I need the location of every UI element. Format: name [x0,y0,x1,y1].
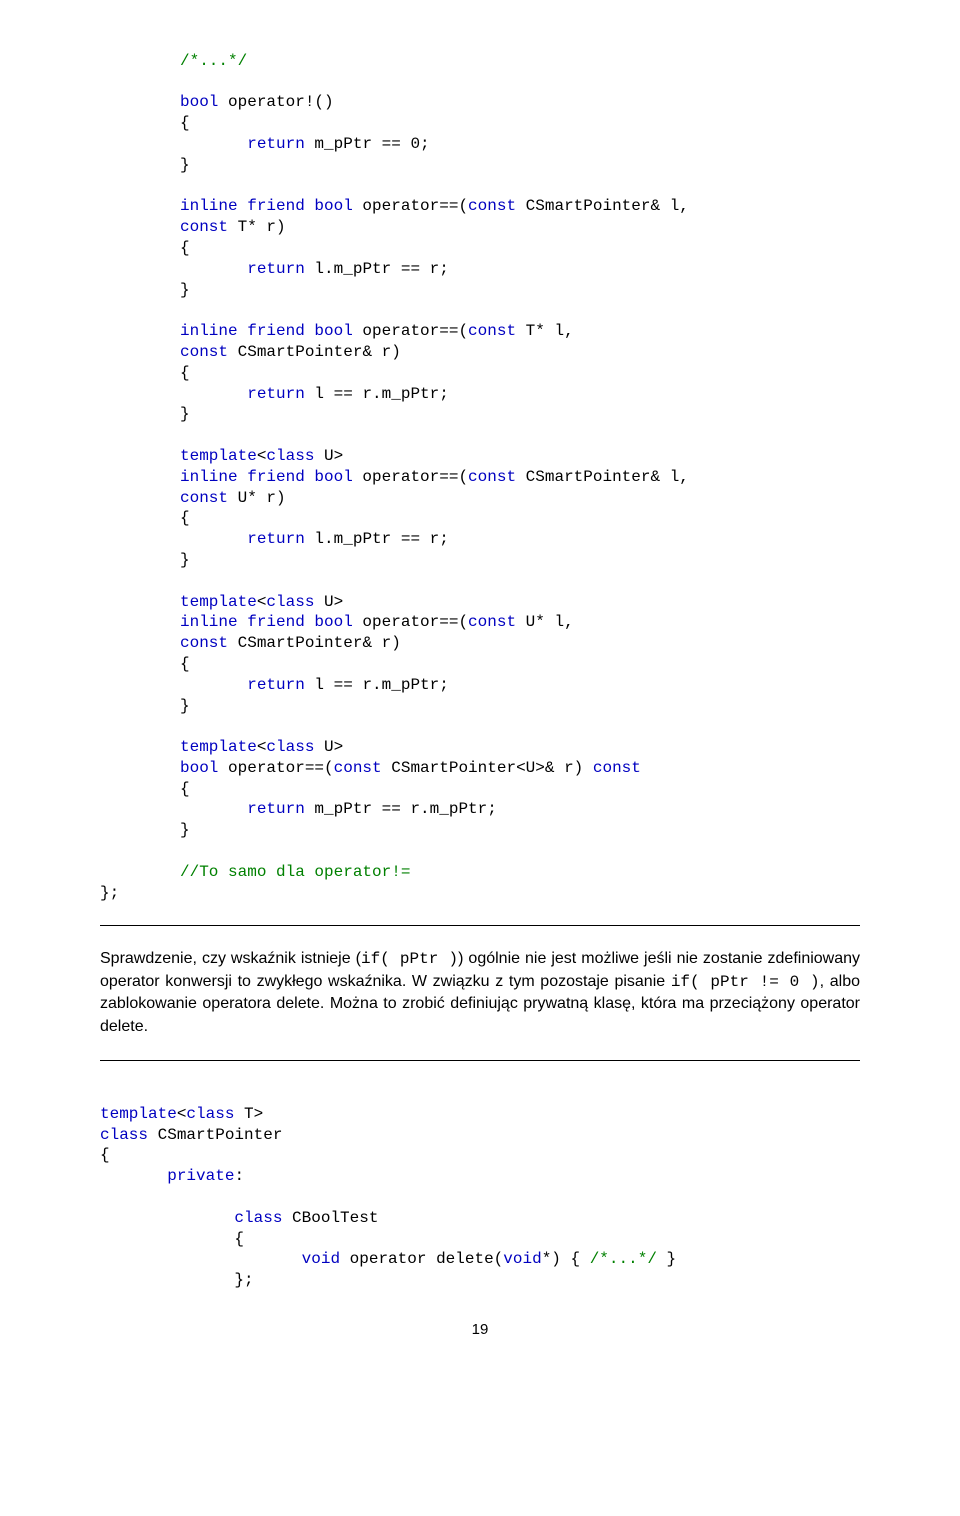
comment: /*...*/ [180,52,247,70]
code-text: *) { [542,1250,590,1268]
kw: template [180,447,257,465]
brace: { [234,1230,244,1248]
code-text: CSmartPointer& r) [228,343,401,361]
code-text: operator==( [353,613,468,631]
brace: } [180,156,190,174]
kw: return [247,260,305,278]
kw: return [247,530,305,548]
kw: return [247,676,305,694]
kw: const [468,322,516,340]
kw: return [247,135,305,153]
comment: /*...*/ [590,1250,657,1268]
code-text: : [234,1167,244,1185]
divider [100,925,860,926]
inline-code: if( pPtr ) [361,950,458,968]
kw: class [266,593,314,611]
brace: { [180,780,190,798]
code-text: CSmartPointer [148,1126,282,1144]
code-text: l == r.m_pPtr; [305,385,449,403]
code-text: operator==( [218,759,333,777]
kw: class [266,738,314,756]
brace: } [180,697,190,715]
kw: class [234,1209,282,1227]
code-text: CSmartPointer& l, [516,468,689,486]
brace: } [180,405,190,423]
kw: const [468,197,516,215]
kw: private [167,1167,234,1185]
kw: void [302,1250,340,1268]
kw: const [180,489,228,507]
kw: class [100,1126,148,1144]
code-text: U> [314,447,343,465]
code-text: < [257,738,267,756]
code-text: T> [234,1105,263,1123]
kw: inline friend bool [180,197,353,215]
kw: return [247,800,305,818]
brace: { [180,655,190,673]
code-text: operator==( [353,197,468,215]
comment: //To samo dla operator!= [180,863,410,881]
paragraph-1: Sprawdzenie, czy wskaźnik istnieje (if( … [100,948,860,1038]
code-text: CBoolTest [282,1209,378,1227]
code-text: }; [100,884,119,902]
code-text: CSmartPointer& r) [228,634,401,652]
kw: return [247,385,305,403]
kw: inline friend bool [180,468,353,486]
kw: inline friend bool [180,322,353,340]
kw: const [468,468,516,486]
brace: } [180,821,190,839]
code-text: } [657,1250,676,1268]
code-text: l == r.m_pPtr; [305,676,449,694]
code-text: CSmartPointer<U>& r) [382,759,593,777]
code-text: T* l, [516,322,574,340]
brace: { [180,114,190,132]
inline-code: if( pPtr != 0 ) [671,973,820,991]
brace: }; [234,1271,253,1289]
code-text: < [257,447,267,465]
code-text: < [177,1105,187,1123]
code-text: operator==( [353,468,468,486]
kw: const [180,343,228,361]
divider [100,1060,860,1061]
code-text: operator!() [218,93,333,111]
code-text: l.m_pPtr == r; [305,530,449,548]
kw: const [334,759,382,777]
kw: bool [180,93,218,111]
brace: { [180,239,190,257]
brace: { [180,509,190,527]
code-text: T* r) [228,218,286,236]
brace: } [180,551,190,569]
brace: { [100,1146,110,1164]
code-text: operator delete( [340,1250,503,1268]
code-text: U> [314,738,343,756]
code-text: operator==( [353,322,468,340]
brace: } [180,281,190,299]
code-text: CSmartPointer& l, [516,197,689,215]
kw: inline friend bool [180,613,353,631]
code-text: U* r) [228,489,286,507]
kw: void [503,1250,541,1268]
code-closing-brace: }; [100,883,860,904]
kw: const [468,613,516,631]
code-block-1: /*...*/ bool operator!() { return m_pPtr… [100,30,860,883]
page-number: 19 [100,1321,860,1338]
code-text: U> [314,593,343,611]
code-text: < [257,593,267,611]
kw: template [100,1105,177,1123]
kw: const [180,218,228,236]
code-text: l.m_pPtr == r; [305,260,449,278]
code-block-2: template<class T> class CSmartPointer { … [100,1083,860,1291]
kw: const [593,759,641,777]
kw: class [266,447,314,465]
kw: template [180,593,257,611]
code-text: m_pPtr == r.m_pPtr; [305,800,497,818]
code-text: m_pPtr == 0; [305,135,430,153]
code-text: U* l, [516,613,574,631]
kw: template [180,738,257,756]
prose-text: Sprawdzenie, czy wskaźnik istnieje ( [100,950,361,967]
kw: class [186,1105,234,1123]
brace: { [180,364,190,382]
kw: const [180,634,228,652]
kw: bool [180,759,218,777]
